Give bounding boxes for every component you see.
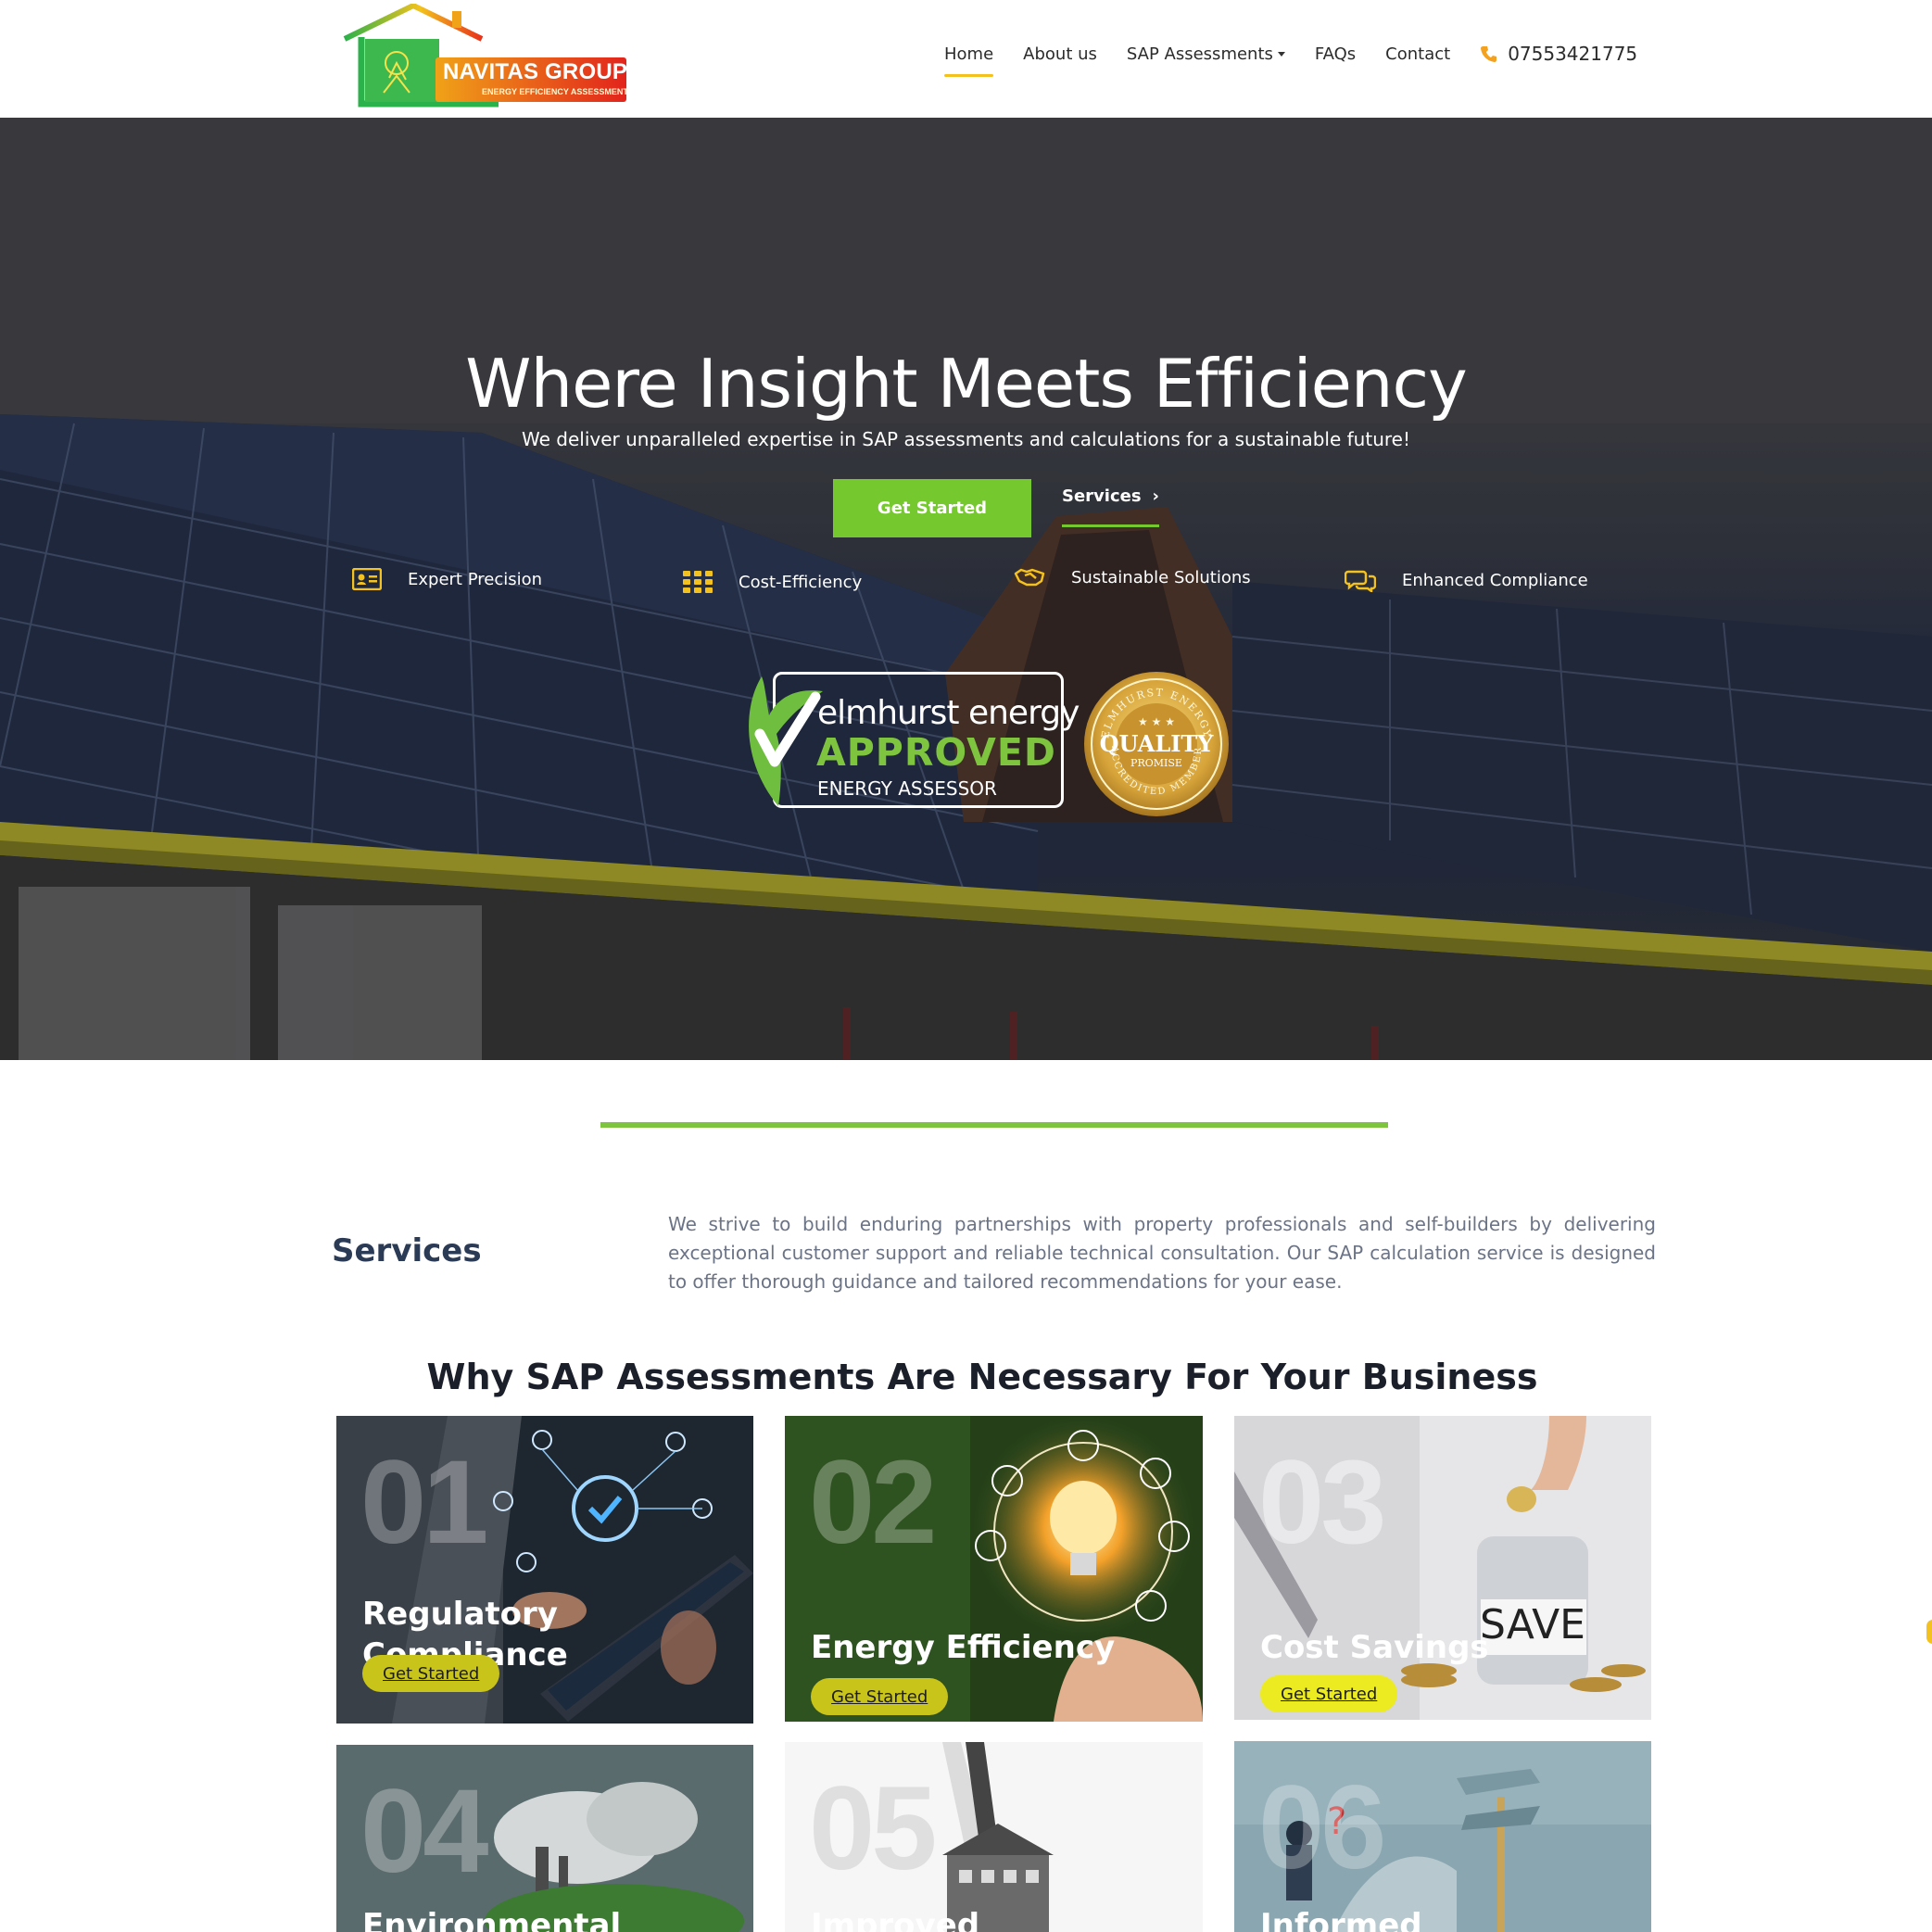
svg-text:★ ★ ★: ★ ★ ★ [1138,715,1175,728]
logo-title: NAVITAS GROUP [443,59,628,84]
card-regulatory-compliance[interactable]: 01 Regulatory Compliance Get Started [336,1416,753,1724]
seal-promise: PROMISE [1130,757,1182,769]
services-description: We strive to build enduring partnerships… [668,1213,1656,1293]
feature-sustainable-solutions: Sustainable Solutions [1014,566,1251,588]
chevron-right-icon: › [1152,486,1159,506]
chat-bubbles-icon [1345,570,1376,592]
hero-overlay [0,118,1932,1060]
site-header: NAVITAS GROUP ENERGY EFFICIENCY ASSESSME… [0,0,1932,118]
feature-label: Sustainable Solutions [1071,567,1251,587]
services-link-label: Services [1062,486,1142,506]
card-improved[interactable]: 05 Improved [785,1742,1203,1932]
feature-expert-precision: Expert Precision [352,568,542,590]
nav-contact[interactable]: Contact [1385,44,1450,64]
elmhurst-line1: elmhurst energy [817,694,1080,732]
get-started-button[interactable]: Get Started [833,479,1031,537]
card-number: 06 [1258,1762,1386,1894]
card-number: 02 [809,1436,937,1569]
get-started-button[interactable]: Get Started [1260,1675,1398,1712]
card-number: 04 [360,1765,488,1898]
seal-quality: QUALITY [1100,730,1215,757]
card-title-line: Environmental [362,1907,622,1932]
feature-label: Cost-Efficiency [739,572,863,592]
hero-section: Where Insight Meets Efficiency We delive… [0,118,1932,1060]
card-informed[interactable]: ? 06 Informed [1234,1741,1651,1932]
card-number: 05 [809,1762,937,1895]
main-nav: Home About us SAP Assessments FAQs Conta… [944,43,1637,77]
card-title-line: Cost Savings [1260,1629,1489,1666]
nav-sap-assessments-label: SAP Assessments [1126,44,1273,64]
feature-cost-efficiency: Cost-Efficiency [683,571,862,593]
hero-title: Where Insight Meets Efficiency [465,345,1467,423]
nav-faqs[interactable]: FAQs [1315,44,1356,64]
phone-number: 07553421775 [1508,43,1638,65]
phone-icon [1481,46,1497,62]
card-title-line: Informed [1260,1907,1422,1932]
card-title-line: Regulatory [362,1596,558,1633]
card-title-line: Improved [811,1907,980,1932]
nav-home[interactable]: Home [944,44,994,77]
feature-label: Expert Precision [408,569,543,589]
id-card-icon [352,568,382,590]
nav-about-us[interactable]: About us [1023,44,1097,64]
phone-link[interactable]: 07553421775 [1480,43,1637,65]
card-environmental[interactable]: 04 Environmental [336,1745,753,1932]
quality-promise-seal: ELMHURST ENERGY ACCREDITED MEMBER ★ ★ ★ … [1084,672,1229,816]
elmhurst-line2: APPROVED [816,730,1056,775]
checkmark-leaf-icon [749,676,823,806]
why-sap-heading: Why SAP Assessments Are Necessary For Yo… [426,1357,1538,1397]
logo-subtitle: ENERGY EFFICIENCY ASSESSMENT [482,87,628,96]
card-title: Environmental [362,1905,621,1932]
card-title-line: Energy Efficiency [811,1629,1116,1666]
side-widget-handle[interactable] [1926,1620,1932,1644]
card-cost-savings[interactable]: SAVE 03 Cost Savings Get Started [1234,1416,1651,1720]
card-title: Improved [811,1905,979,1932]
elmhurst-line3: ENERGY ASSESSOR [817,777,997,800]
card-energy-efficiency[interactable]: 02 Energy Efficiency Get Started [785,1416,1203,1722]
handshake-icon [1014,568,1045,587]
card-title: Informed [1260,1905,1422,1932]
nav-sap-assessments[interactable]: SAP Assessments [1127,44,1285,64]
card-title: Cost Savings [1260,1627,1489,1668]
hero-subtitle: We deliver unparalleled expertise in SAP… [522,428,1410,450]
section-divider [600,1122,1388,1128]
feature-label: Enhanced Compliance [1402,570,1588,590]
card-number: 03 [1258,1436,1386,1569]
caret-down-icon [1277,52,1285,57]
grid-icon [683,571,713,593]
services-link[interactable]: Services › [1062,486,1159,527]
get-started-button[interactable]: Get Started [362,1655,500,1692]
feature-enhanced-compliance: Enhanced Compliance [1345,568,1588,592]
svg-text:SAVE: SAVE [1480,1601,1585,1648]
get-started-button[interactable]: Get Started [811,1678,949,1715]
card-number: 01 [360,1436,488,1569]
navitas-logo[interactable]: NAVITAS GROUP ENERGY EFFICIENCY ASSESSME… [341,4,630,109]
services-heading: Services [332,1232,482,1269]
card-title: Energy Efficiency [811,1627,1115,1668]
